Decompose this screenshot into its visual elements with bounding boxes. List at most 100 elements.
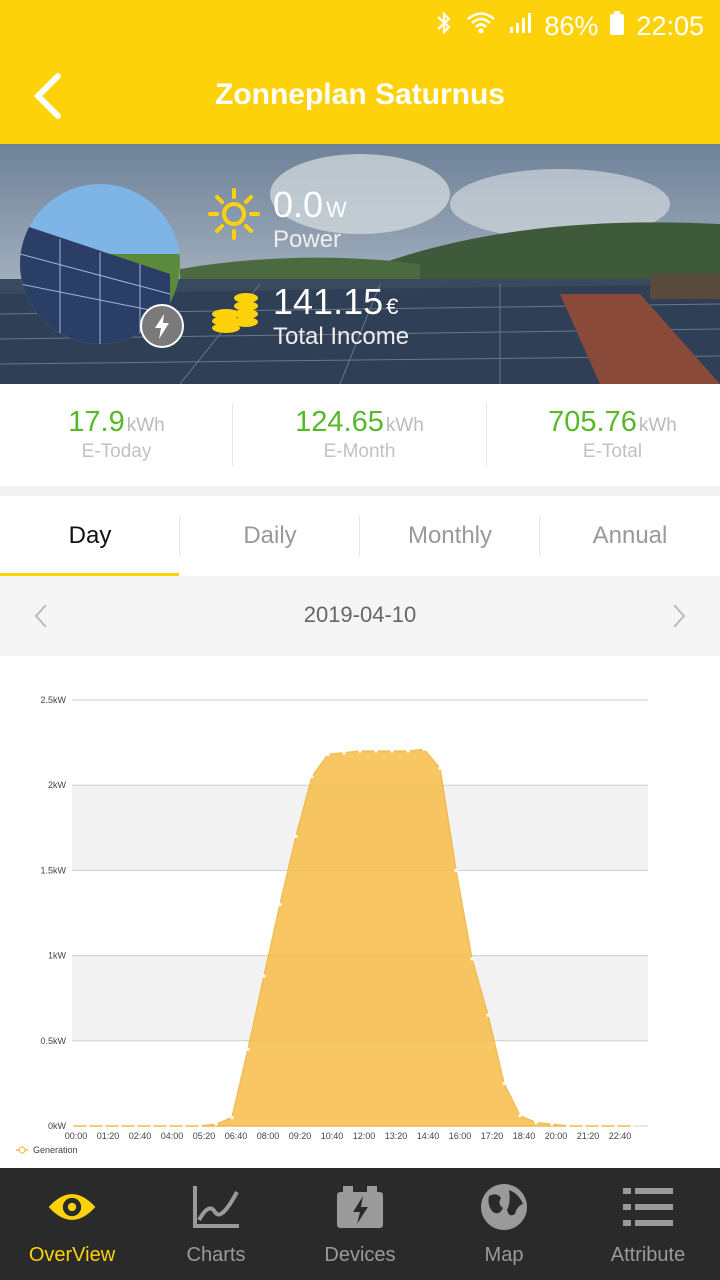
divider <box>232 404 233 466</box>
legend-marker <box>18 1146 26 1154</box>
battery-percent: 86% <box>544 11 599 41</box>
legend-label: Generation <box>33 1145 78 1155</box>
x-tick-label: 18:40 <box>513 1131 536 1141</box>
period-tabs: Day Daily Monthly Annual <box>0 496 720 576</box>
data-point <box>358 749 362 753</box>
x-tick-label: 06:40 <box>225 1131 248 1141</box>
date-navigator: 2019-04-10 <box>0 576 720 656</box>
data-point <box>454 868 458 872</box>
data-point <box>70 1124 74 1128</box>
data-point <box>470 957 474 961</box>
x-tick-label: 12:00 <box>353 1131 376 1141</box>
data-point <box>566 1124 570 1128</box>
data-point <box>134 1124 138 1128</box>
power-unit: W <box>326 197 347 222</box>
lightning-badge-icon <box>140 304 184 348</box>
income-unit: € <box>386 294 399 319</box>
power-label: Power <box>273 226 342 253</box>
x-tick-label: 01:20 <box>97 1131 120 1141</box>
x-tick-label: 13:20 <box>385 1131 408 1141</box>
data-point <box>422 747 426 752</box>
x-tick-label: 05:20 <box>193 1131 216 1141</box>
stat-value: 17.9 <box>68 406 125 438</box>
data-point <box>326 752 330 757</box>
tab-daily[interactable]: Daily <box>180 496 360 576</box>
stat-unit: kWh <box>385 415 424 436</box>
data-point <box>230 1115 234 1120</box>
stat-label: E-Total <box>582 441 643 462</box>
tab-divider <box>359 516 360 556</box>
hero-banner: 0.0 W Power 141.15 € Total Income <box>0 144 720 384</box>
data-point <box>342 751 346 755</box>
nav-map[interactable]: Map <box>432 1168 576 1280</box>
tab-divider <box>539 516 540 556</box>
nav-overview[interactable]: OverView <box>0 1168 144 1280</box>
x-tick-label: 17:20 <box>481 1131 504 1141</box>
data-point <box>502 1081 506 1085</box>
stat-e-month: 124.65 kWh E-Month <box>243 406 476 463</box>
line-chart-icon <box>193 1186 239 1228</box>
y-tick-label: 1kW <box>48 951 67 961</box>
tab-day[interactable]: Day <box>0 496 180 576</box>
globe-icon <box>481 1184 527 1230</box>
generation-chart[interactable]: 0kW 0.5kW 1kW 1.5kW 2kW 2.5kW 00:00 01:20 02:40 0… <box>0 656 720 1168</box>
bottom-nav: OverView Charts Devices Map Attribute <box>0 1168 720 1280</box>
tab-monthly[interactable]: Monthly <box>360 496 540 576</box>
data-point <box>518 1114 522 1118</box>
nav-label: Charts <box>186 1244 246 1266</box>
sun-icon <box>208 188 260 240</box>
nav-charts[interactable]: Charts <box>144 1168 288 1280</box>
x-tick-label: 02:40 <box>129 1131 152 1141</box>
y-tick-label: 1.5kW <box>40 865 66 875</box>
data-point <box>390 749 394 753</box>
data-point <box>630 1124 634 1128</box>
x-tick-label: 09:20 <box>289 1131 312 1141</box>
coins-icon <box>212 293 258 333</box>
x-tick-label: 14:40 <box>417 1131 440 1141</box>
divider <box>486 404 487 466</box>
nav-label: OverView <box>28 1244 116 1266</box>
x-tick-label: 08:00 <box>257 1131 280 1141</box>
data-point <box>278 902 282 907</box>
stat-unit: kWh <box>638 415 677 436</box>
power-value: 0.0 W <box>273 184 347 226</box>
income-value: 141.15 € <box>273 281 398 323</box>
x-tick-label: 21:20 <box>577 1131 600 1141</box>
stat-e-total: 705.76 kWh E-Total <box>496 406 720 463</box>
x-tick-label: 00:00 <box>65 1131 88 1141</box>
bluetooth-icon <box>434 10 454 43</box>
data-point <box>198 1124 202 1128</box>
y-tick-label: 0kW <box>48 1121 67 1131</box>
nav-devices[interactable]: Devices <box>288 1168 432 1280</box>
y-tick-label: 2kW <box>48 780 67 790</box>
data-point <box>550 1122 554 1126</box>
nav-attribute[interactable]: Attribute <box>576 1168 720 1280</box>
data-point <box>86 1124 90 1128</box>
x-tick-label: 20:00 <box>545 1131 568 1141</box>
data-point <box>118 1124 122 1128</box>
signal-icon <box>508 11 532 42</box>
wifi-icon <box>466 11 496 42</box>
next-date-button[interactable] <box>664 602 692 630</box>
y-tick-label: 0.5kW <box>40 1036 66 1046</box>
data-point <box>486 1013 490 1017</box>
tab-annual[interactable]: Annual <box>540 496 720 576</box>
stat-unit: kWh <box>126 415 165 436</box>
x-tick-label: 16:00 <box>449 1131 472 1141</box>
status-bar: 86% 22:05 <box>0 0 720 52</box>
page-title: Zonneplan Saturnus <box>214 78 505 111</box>
data-point <box>534 1120 538 1125</box>
data-point <box>294 834 298 838</box>
selected-date: 2019-04-10 <box>303 602 417 627</box>
income-number: 141.15 <box>273 281 384 322</box>
data-point <box>102 1124 106 1128</box>
data-point <box>582 1124 586 1128</box>
y-tick-label: 2.5kW <box>40 695 66 705</box>
generation-chart-panel: 0kW 0.5kW 1kW 1.5kW 2kW 2.5kW 00:00 01:20 02:40 0… <box>0 656 720 1168</box>
energy-stats: 17.9 kWh E-Today 124.65 kWh E-Month 705.76… <box>0 384 720 486</box>
data-point <box>438 766 442 770</box>
stat-label: E-Today <box>81 441 152 462</box>
data-point <box>374 749 378 753</box>
stat-e-today: 17.9 kWh E-Today <box>0 406 233 463</box>
data-point <box>182 1124 186 1128</box>
